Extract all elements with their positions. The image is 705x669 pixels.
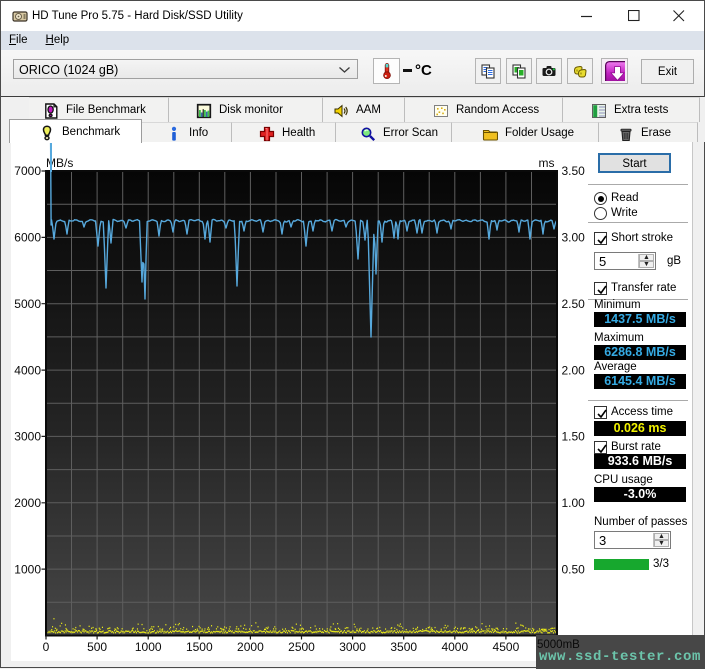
svg-text:2.50: 2.50	[562, 297, 586, 311]
svg-text:6000: 6000	[14, 231, 41, 245]
svg-text:4000: 4000	[14, 363, 41, 377]
svg-text:3.50: 3.50	[562, 164, 586, 178]
svg-text:ms: ms	[539, 156, 555, 170]
svg-text:500: 500	[87, 640, 107, 654]
svg-text:7000: 7000	[14, 164, 41, 178]
svg-text:1.50: 1.50	[562, 430, 586, 444]
svg-text:1000: 1000	[135, 640, 162, 654]
svg-text:3.00: 3.00	[562, 231, 586, 245]
svg-text:1.00: 1.00	[562, 496, 586, 510]
svg-text:4000: 4000	[441, 640, 468, 654]
svg-text:2.00: 2.00	[562, 363, 586, 377]
svg-text:3500: 3500	[390, 640, 417, 654]
svg-text:1500: 1500	[186, 640, 213, 654]
svg-text:2000: 2000	[237, 640, 264, 654]
svg-text:5000: 5000	[14, 297, 41, 311]
svg-text:0: 0	[43, 640, 50, 654]
svg-text:4500: 4500	[493, 640, 520, 654]
svg-text:3000: 3000	[14, 430, 41, 444]
svg-text:1000: 1000	[14, 562, 41, 576]
svg-text:0.50: 0.50	[562, 562, 586, 576]
svg-text:2000: 2000	[14, 496, 41, 510]
svg-text:3000: 3000	[339, 640, 366, 654]
svg-text:2500: 2500	[288, 640, 315, 654]
